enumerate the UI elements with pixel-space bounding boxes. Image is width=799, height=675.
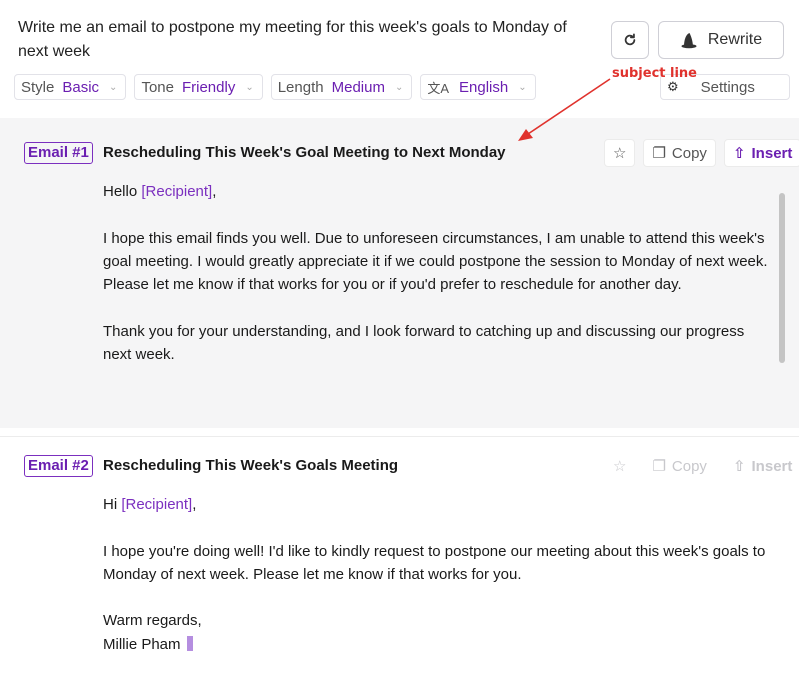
- chevron-down-icon: ⌄: [245, 81, 254, 93]
- chevron-down-icon: ⌄: [518, 81, 527, 93]
- typing-cursor: [186, 635, 193, 651]
- chevron-down-icon: ⌄: [109, 81, 118, 93]
- style-value: Basic: [62, 78, 100, 96]
- greeting-text: Hello: [103, 183, 138, 200]
- language-select[interactable]: 文A English ⌄: [420, 74, 536, 100]
- copy-button[interactable]: ❐ Copy: [643, 139, 716, 167]
- settings-label: Settings: [700, 78, 755, 96]
- copy-label: Copy: [671, 144, 707, 162]
- options-bar: Style Basic ⌄ Tone Friendly ⌄ Length Med…: [14, 74, 536, 100]
- email-actions: ☆ ❐ Copy ⇧ Insert: [604, 139, 799, 167]
- insert-label: Insert: [751, 457, 793, 475]
- copy-icon: ❐: [652, 145, 666, 162]
- length-value: Medium: [331, 78, 385, 96]
- length-label: Length: [277, 78, 324, 96]
- insert-button[interactable]: ⇧ Insert: [723, 139, 799, 167]
- regenerate-button[interactable]: [611, 21, 649, 59]
- gear-icon: ⚙: [667, 79, 679, 94]
- chevron-down-icon: ⌄: [394, 81, 404, 93]
- signature-line: Millie Pham: [103, 633, 773, 656]
- scrollbar[interactable]: [779, 193, 787, 363]
- upload-icon: ⇧: [732, 145, 746, 162]
- annotation-label: subject line: [612, 66, 698, 81]
- email-badge: Email #1: [24, 142, 93, 164]
- greeting-line: Hello [Recipient],: [103, 180, 773, 203]
- email-subject: Rescheduling This Week's Goal Meeting to…: [103, 144, 506, 161]
- rewrite-button[interactable]: Rewrite: [658, 21, 784, 59]
- language-value: English: [459, 78, 509, 96]
- recipient-placeholder: [Recipient]: [141, 183, 213, 200]
- star-icon: ☆: [613, 458, 627, 475]
- wizard-hat-icon: [681, 33, 697, 49]
- email-body: Hi [Recipient], I hope you're doing well…: [103, 493, 773, 656]
- length-select[interactable]: Length Medium ⌄: [270, 74, 413, 100]
- favorite-button[interactable]: ☆: [604, 139, 636, 167]
- composer-header: Write me an email to postpone my meeting…: [0, 0, 799, 118]
- tone-value: Friendly: [181, 78, 236, 96]
- email-badge: Email #2: [24, 455, 93, 477]
- email-actions: ☆ ❐ Copy ⇧ Insert: [604, 452, 799, 480]
- favorite-button[interactable]: ☆: [604, 452, 635, 480]
- greeting-punct: ,: [212, 183, 217, 200]
- refresh-icon: [624, 33, 636, 46]
- body-paragraph: Thank you for your understanding, and I …: [103, 322, 745, 364]
- body-paragraph: I hope you're doing well! I'd like to ki…: [103, 542, 766, 583]
- style-label: Style: [21, 78, 55, 96]
- rewrite-label: Rewrite: [707, 31, 763, 48]
- tone-select[interactable]: Tone Friendly ⌄: [134, 74, 263, 100]
- translate-icon: 文A: [427, 80, 450, 96]
- signoff: Warm regards,: [103, 612, 202, 630]
- email-card-2: Email #2 Rescheduling This Week's Goals …: [0, 436, 799, 675]
- style-select[interactable]: Style Basic ⌄: [14, 74, 127, 100]
- scrollbar-thumb[interactable]: [779, 193, 785, 363]
- body-paragraph: I hope this email finds you well. Due to…: [103, 229, 768, 294]
- star-icon: ☆: [613, 145, 627, 162]
- email-subject: Rescheduling This Week's Goals Meeting: [103, 457, 399, 474]
- greeting-line: Hi [Recipient],: [103, 493, 773, 516]
- insert-label: Insert: [751, 144, 793, 162]
- email-body: Hello [Recipient], I hope this email fin…: [103, 180, 773, 390]
- recipient-placeholder: [Recipient]: [121, 496, 193, 513]
- upload-icon: ⇧: [732, 458, 746, 475]
- greeting-text: Hi: [103, 496, 118, 513]
- copy-icon: ❐: [652, 458, 666, 475]
- email-card-1: Email #1 Rescheduling This Week's Goal M…: [0, 118, 799, 428]
- copy-label: Copy: [671, 457, 707, 475]
- insert-button[interactable]: ⇧ Insert: [724, 452, 799, 480]
- tone-label: Tone: [141, 78, 174, 96]
- signature: Millie Pham: [103, 635, 181, 653]
- prompt-text[interactable]: Write me an email to postpone my meeting…: [18, 16, 598, 64]
- greeting-punct: ,: [192, 496, 197, 513]
- copy-button[interactable]: ❐ Copy: [643, 452, 715, 480]
